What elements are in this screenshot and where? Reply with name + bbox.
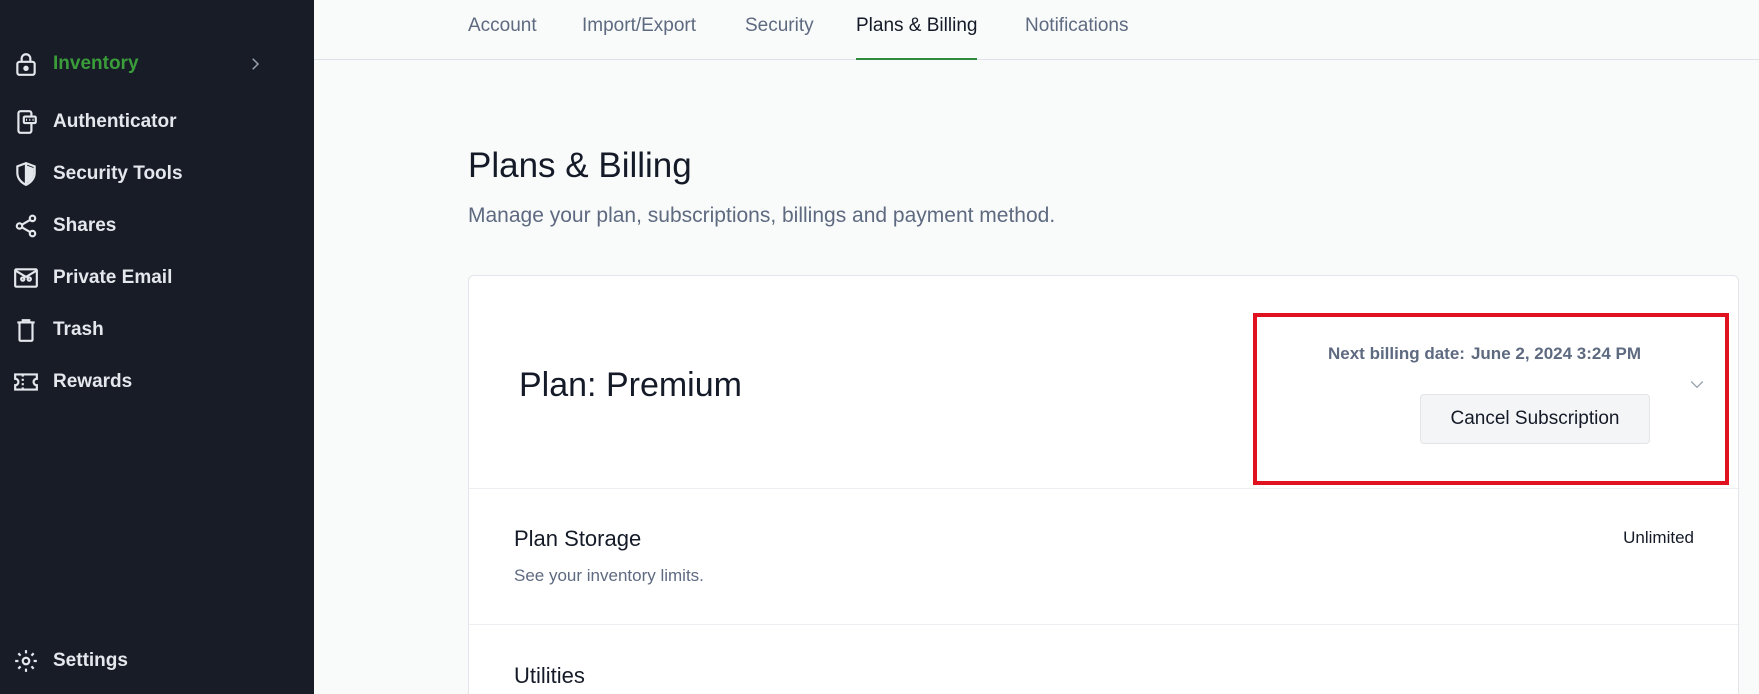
- sidebar-item-label: Private Email: [53, 267, 173, 288]
- next-billing-value: June 2, 2024 3:24 PM: [1470, 344, 1642, 363]
- gear-icon: [12, 647, 40, 675]
- plan-card: Plan: Premium Next billing date: June 2, …: [468, 275, 1740, 694]
- sidebar-item-label: Trash: [53, 319, 104, 340]
- settings-tabs: Account Import/Export Security Plans & B…: [314, 0, 1759, 60]
- tab-plans-billing[interactable]: Plans & Billing: [856, 0, 978, 60]
- sidebar-item-trash[interactable]: Trash: [12, 310, 302, 350]
- page-title: Plans & Billing: [468, 146, 692, 185]
- sidebar-item-inventory[interactable]: Inventory: [12, 44, 302, 84]
- next-billing-date: Next billing date: June 2, 2024 3:24 PM: [1328, 344, 1641, 364]
- chevron-down-icon[interactable]: [1687, 374, 1707, 394]
- tab-notifications[interactable]: Notifications: [1025, 0, 1129, 60]
- shield-icon: [12, 160, 40, 188]
- plan-storage-value: Unlimited: [1623, 528, 1694, 547]
- sidebar-item-security-tools[interactable]: Security Tools: [12, 154, 302, 194]
- sidebar-item-label: Rewards: [53, 371, 133, 392]
- tab-account[interactable]: Account: [468, 0, 537, 60]
- sidebar-item-settings[interactable]: Settings: [12, 641, 302, 681]
- sidebar-item-label: Shares: [53, 215, 117, 236]
- sidebar-item-label: Settings: [53, 650, 128, 671]
- chevron-right-icon: [252, 58, 260, 70]
- sidebar-item-label: Authenticator: [53, 111, 177, 132]
- next-billing-label: Next billing date:: [1328, 344, 1465, 363]
- share-icon: [12, 212, 40, 240]
- sidebar-item-authenticator[interactable]: Authenticator: [12, 102, 302, 142]
- sidebar-item-private-email[interactable]: Private Email: [12, 258, 302, 298]
- cancel-subscription-button[interactable]: Cancel Subscription: [1420, 394, 1650, 444]
- lock-icon: [12, 50, 40, 78]
- mask-email-icon: [12, 264, 40, 292]
- divider: [469, 488, 1740, 489]
- sidebar-item-label: Security Tools: [53, 163, 183, 184]
- ticket-icon: [12, 368, 40, 396]
- plan-storage-subtitle: See your inventory limits.: [514, 566, 704, 585]
- sidebar-item-shares[interactable]: Shares: [12, 206, 302, 246]
- page-subtitle: Manage your plan, subscriptions, billing…: [468, 204, 1056, 227]
- authenticator-icon: [12, 108, 40, 136]
- plan-storage-title: Plan Storage: [514, 526, 642, 551]
- sidebar-item-label: Inventory: [53, 53, 139, 74]
- plan-title: Plan: Premium: [519, 366, 742, 404]
- sidebar: Inventory Authenticator Security Tools S…: [0, 0, 314, 694]
- tab-import-export[interactable]: Import/Export: [582, 0, 696, 60]
- utilities-title: Utilities: [514, 663, 585, 688]
- tab-security[interactable]: Security: [745, 0, 814, 60]
- sidebar-item-rewards[interactable]: Rewards: [12, 362, 302, 402]
- divider: [469, 624, 1740, 625]
- trash-icon: [12, 316, 40, 344]
